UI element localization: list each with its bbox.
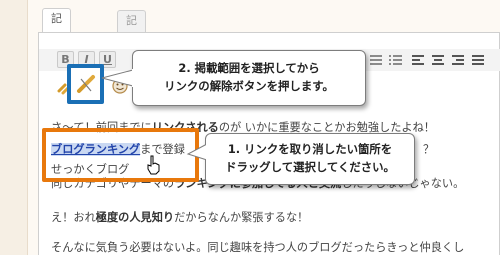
text-line: そんなに気負う必要はないよ。同じ趣味を持つ人のブログだったらきっと仲良くし [51, 241, 465, 254]
ordered-list-icon[interactable] [389, 53, 403, 67]
callout-step1-line2: ドラッグして選択してください。 [225, 160, 395, 174]
hand-cursor-icon [147, 155, 160, 175]
callout-pointer [101, 69, 134, 87]
callout-step2-line1: 2. 掲載範囲を選択してから [178, 61, 320, 75]
selection-highlight [42, 128, 199, 182]
align-left-icon[interactable] [411, 53, 425, 67]
tab-post-body[interactable]: 記事の本文 [42, 8, 71, 105]
callout-step2-line2: リンクの解除ボタンを押します。 [164, 79, 334, 93]
align-justify-icon[interactable] [471, 53, 485, 67]
left-sidebar-strip [0, 0, 28, 255]
text-line: え！おれ極度の人見知りだからなんか緊張するな！ [51, 211, 309, 224]
unlink-icon[interactable] [75, 73, 97, 97]
callout-step2: 2. 掲載範囲を選択してから リンクの解除ボタンを押します。 [132, 50, 366, 106]
callout-step1: 1. リンクを取り消したい箇所を ドラッグして選択してください。 [205, 133, 415, 185]
unlink-button-highlight [67, 64, 104, 104]
align-right-icon[interactable] [451, 53, 465, 67]
tab-post-continuation[interactable]: 記事の続き [117, 10, 146, 107]
align-center-icon[interactable] [431, 53, 445, 67]
list-icon[interactable] [369, 53, 383, 67]
callout-pointer [186, 143, 208, 161]
callout-step1-line1: 1. リンクを取り消したい箇所を [227, 142, 393, 156]
